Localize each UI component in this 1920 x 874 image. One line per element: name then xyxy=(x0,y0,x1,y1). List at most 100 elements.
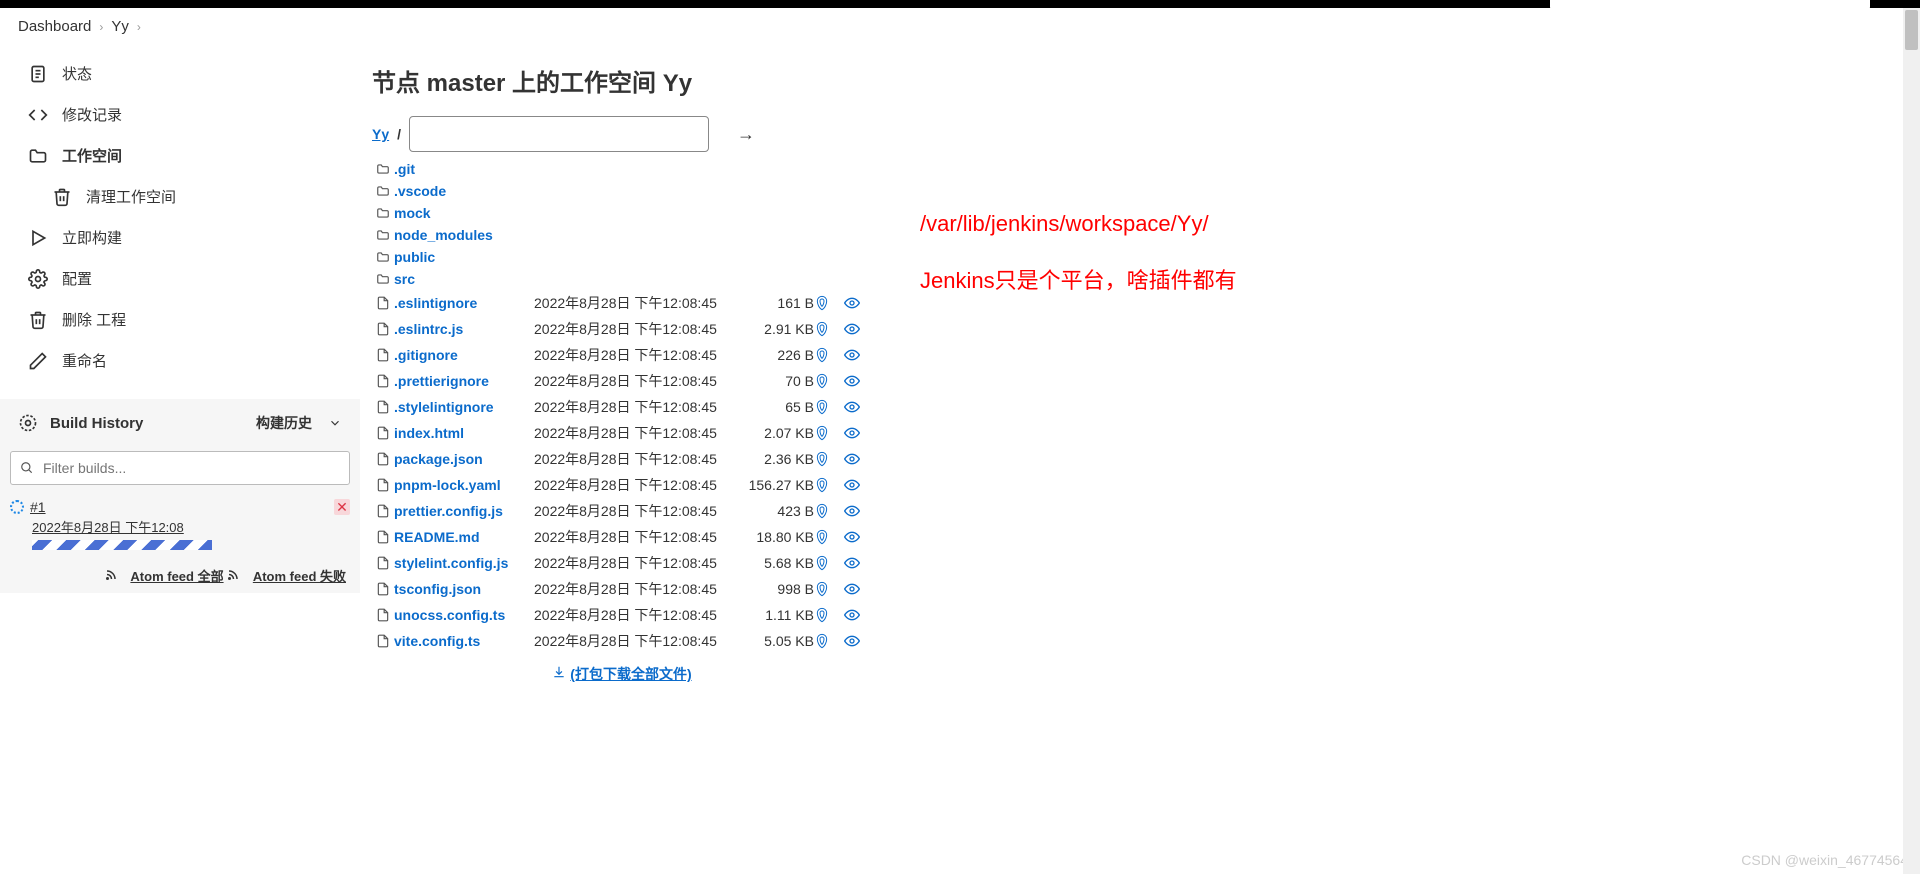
sidebar: 状态修改记录工作空间清理工作空间立即构建配置删除 工程重命名 Build His… xyxy=(0,45,360,684)
file-name[interactable]: pnpm-lock.yaml xyxy=(394,477,534,493)
build-number-link[interactable]: #1 xyxy=(30,499,46,515)
view-icon[interactable] xyxy=(844,425,874,441)
file-date: 2022年8月28日 下午12:08:45 xyxy=(534,371,734,391)
view-icon[interactable] xyxy=(844,321,874,337)
filter-builds-input[interactable] xyxy=(10,451,350,485)
sidebar-item-3[interactable]: 清理工作空间 xyxy=(0,176,360,217)
view-icon[interactable] xyxy=(844,633,874,649)
file-name[interactable]: README.md xyxy=(394,529,534,545)
file-name[interactable]: package.json xyxy=(394,451,534,467)
fingerprint-icon[interactable] xyxy=(814,607,844,623)
file-row: .eslintrc.js2022年8月28日 下午12:08:452.91 KB xyxy=(372,316,1920,342)
view-icon[interactable] xyxy=(844,607,874,623)
download-all-link[interactable]: (打包下载全部文件) xyxy=(570,666,691,682)
view-icon[interactable] xyxy=(844,347,874,363)
view-icon[interactable] xyxy=(844,529,874,545)
view-icon[interactable] xyxy=(844,295,874,311)
delete-build-icon[interactable]: ✕ xyxy=(334,499,350,515)
fingerprint-icon[interactable] xyxy=(814,529,844,545)
workspace-path-input[interactable] xyxy=(409,116,709,152)
file-date: 2022年8月28日 下午12:08:45 xyxy=(534,501,734,521)
fingerprint-icon[interactable] xyxy=(814,581,844,597)
atom-feed-fail-link[interactable]: Atom feed 失败 xyxy=(253,569,346,584)
scroll-thumb[interactable] xyxy=(1905,10,1918,50)
fingerprint-icon[interactable] xyxy=(814,477,844,493)
view-icon[interactable] xyxy=(844,503,874,519)
folder-name[interactable]: .vscode xyxy=(394,183,534,199)
build-history-subtitle[interactable]: 构建历史 xyxy=(256,413,312,433)
file-name[interactable]: index.html xyxy=(394,425,534,441)
file-size: 2.36 KB xyxy=(734,451,814,467)
build-date[interactable]: 2022年8月28日 下午12:08 xyxy=(10,517,350,536)
folder-name[interactable]: src xyxy=(394,271,534,287)
file-date: 2022年8月28日 下午12:08:45 xyxy=(534,293,734,313)
fingerprint-icon[interactable] xyxy=(814,321,844,337)
breadcrumb-yy[interactable]: Yy xyxy=(111,18,129,35)
file-icon xyxy=(372,556,394,570)
sidebar-item-7[interactable]: 重命名 xyxy=(0,340,360,381)
fingerprint-icon[interactable] xyxy=(814,555,844,571)
sidebar-item-6[interactable]: 删除 工程 xyxy=(0,299,360,340)
view-icon[interactable] xyxy=(844,373,874,389)
fingerprint-icon[interactable] xyxy=(814,451,844,467)
file-size: 226 B xyxy=(734,347,814,363)
file-name[interactable]: stylelint.config.js xyxy=(394,555,534,571)
folder-name[interactable]: node_modules xyxy=(394,227,534,243)
sidebar-item-0[interactable]: 状态 xyxy=(0,53,360,94)
sidebar-item-4[interactable]: 立即构建 xyxy=(0,217,360,258)
folder-name[interactable]: .git xyxy=(394,161,534,177)
view-icon[interactable] xyxy=(844,477,874,493)
chevron-down-icon[interactable] xyxy=(328,416,342,430)
sidebar-item-label: 清理工作空间 xyxy=(86,186,176,207)
file-size: 5.05 KB xyxy=(734,633,814,649)
fingerprint-icon[interactable] xyxy=(814,633,844,649)
fingerprint-icon[interactable] xyxy=(814,503,844,519)
file-size: 161 B xyxy=(734,295,814,311)
file-name[interactable]: .eslintignore xyxy=(394,295,534,311)
fingerprint-icon[interactable] xyxy=(814,347,844,363)
atom-feed-all-link[interactable]: Atom feed 全部 xyxy=(130,569,223,584)
fingerprint-icon[interactable] xyxy=(814,399,844,415)
file-date: 2022年8月28日 下午12:08:45 xyxy=(534,423,734,443)
build-item[interactable]: #1 ✕ 2022年8月28日 下午12:08 xyxy=(0,493,360,558)
file-name[interactable]: .stylelintignore xyxy=(394,399,534,415)
file-name[interactable]: prettier.config.js xyxy=(394,503,534,519)
code-icon xyxy=(28,105,48,125)
file-name[interactable]: vite.config.ts xyxy=(394,633,534,649)
view-icon[interactable] xyxy=(844,581,874,597)
top-search-box[interactable] xyxy=(1550,0,1870,10)
file-name[interactable]: .eslintrc.js xyxy=(394,321,534,337)
view-icon[interactable] xyxy=(844,399,874,415)
folder-row[interactable]: .git xyxy=(372,158,1920,180)
file-name[interactable]: unocss.config.ts xyxy=(394,607,534,623)
file-icon xyxy=(372,608,394,622)
build-status-icon xyxy=(10,500,24,514)
pencil-icon xyxy=(28,351,48,371)
folder-name[interactable]: public xyxy=(394,249,534,265)
scrollbar[interactable] xyxy=(1903,8,1920,874)
file-size: 423 B xyxy=(734,503,814,519)
breadcrumb-dashboard[interactable]: Dashboard xyxy=(18,18,91,35)
fingerprint-icon[interactable] xyxy=(814,295,844,311)
sidebar-item-1[interactable]: 修改记录 xyxy=(0,94,360,135)
file-name[interactable]: tsconfig.json xyxy=(394,581,534,597)
sidebar-item-2[interactable]: 工作空间 xyxy=(0,135,360,176)
file-name[interactable]: .gitignore xyxy=(394,347,534,363)
file-icon xyxy=(372,530,394,544)
play-icon xyxy=(28,228,48,248)
folder-name[interactable]: mock xyxy=(394,205,534,221)
file-icon xyxy=(372,452,394,466)
file-icon xyxy=(372,478,394,492)
view-icon[interactable] xyxy=(844,555,874,571)
build-progress-bar xyxy=(32,540,212,550)
file-name[interactable]: .prettierignore xyxy=(394,373,534,389)
folder-icon xyxy=(372,272,394,286)
workspace-root-link[interactable]: Yy xyxy=(372,126,389,142)
file-date: 2022年8月28日 下午12:08:45 xyxy=(534,345,734,365)
fingerprint-icon[interactable] xyxy=(814,425,844,441)
sidebar-item-5[interactable]: 配置 xyxy=(0,258,360,299)
workspace-path-row: Yy / → xyxy=(372,116,1920,152)
view-icon[interactable] xyxy=(844,451,874,467)
fingerprint-icon[interactable] xyxy=(814,373,844,389)
go-arrow-icon[interactable]: → xyxy=(737,124,755,145)
